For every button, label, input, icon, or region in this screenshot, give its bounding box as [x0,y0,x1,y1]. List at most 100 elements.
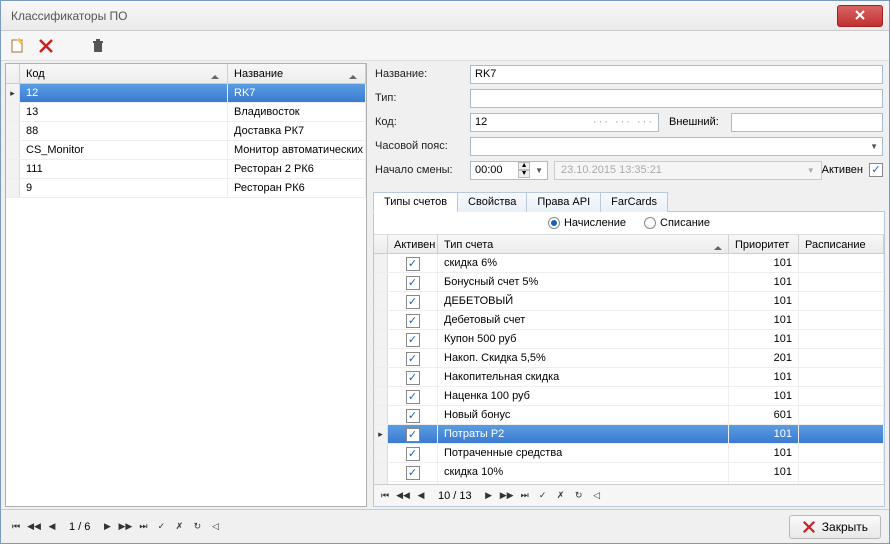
pager-filter-icon[interactable]: ◁ [208,520,222,534]
cell-active[interactable] [388,254,438,272]
col-code[interactable]: Код [20,64,228,83]
active-checkbox[interactable] [406,409,420,423]
tab-0[interactable]: Типы счетов [373,192,458,212]
name-field[interactable] [470,65,883,84]
cell-type: ДЕБЕТОВЫЙ [438,292,729,310]
account-row[interactable]: Дебетовый счет101 [374,311,884,330]
cell-code: 88 [20,122,228,140]
account-row[interactable]: Потраты Р2101 [374,425,884,444]
tab-3[interactable]: FarCards [600,192,668,212]
classifier-row[interactable]: 88Доставка РК7 [6,122,366,141]
active-checkbox[interactable] [406,447,420,461]
cell-priority: 101 [729,463,799,481]
pager-commit-icon[interactable]: ✓ [154,520,168,534]
pager-prev-icon[interactable]: ◀ [45,520,59,534]
active-checkbox[interactable] [406,352,420,366]
cell-active[interactable] [388,463,438,481]
spin-down-icon[interactable]: ▼ [518,170,530,178]
classifier-row[interactable]: 13Владивосток [6,103,366,122]
pager-cancel-icon[interactable]: ✗ [554,489,568,503]
pager-prev-page-icon[interactable]: ◀◀ [27,520,41,534]
new-icon[interactable] [9,37,27,55]
code-field[interactable]: 12 ··· ··· ··· [470,113,659,132]
cell-priority: 101 [729,444,799,462]
cell-active[interactable] [388,311,438,329]
account-row[interactable]: скидка 6%101 [374,254,884,273]
label-name: Название: [375,68,470,80]
window-close-button[interactable] [837,5,883,27]
code-ellipsis-icon[interactable]: ··· ··· ··· [593,116,654,128]
cell-active[interactable] [388,273,438,291]
cell-active[interactable] [388,444,438,462]
pager-filter-icon[interactable]: ◁ [590,489,604,503]
close-button[interactable]: Закрыть [789,515,881,539]
classifier-row[interactable]: CS_MonitorМонитор автоматических [6,141,366,160]
cell-active[interactable] [388,349,438,367]
dropdown-icon[interactable]: ▼ [535,166,543,175]
row-handle [374,254,388,272]
active-checkbox[interactable] [406,295,420,309]
active-checkbox[interactable] [869,163,883,177]
pager-next-icon[interactable]: ▶ [100,520,114,534]
cell-active[interactable] [388,406,438,424]
pager-refresh-icon[interactable]: ↻ [190,520,204,534]
tab-2[interactable]: Права API [526,192,601,212]
account-row[interactable]: Накопительная скидка101 [374,368,884,387]
delete-x-icon[interactable] [37,37,55,55]
external-field[interactable] [731,113,883,132]
pager-prev-icon[interactable]: ◀ [414,489,428,503]
tab-1[interactable]: Свойства [457,192,527,212]
accrual-radio[interactable]: Начисление [548,217,626,229]
active-checkbox[interactable] [406,466,420,480]
tz-combo[interactable]: ▼ [470,137,883,156]
cell-schedule [799,425,884,443]
active-checkbox[interactable] [406,371,420,385]
account-row[interactable]: ДЕБЕТОВЫЙ101 [374,292,884,311]
row-handle [6,103,20,121]
active-checkbox[interactable] [406,333,420,347]
classifier-row[interactable]: 111Ресторан 2 РК6 [6,160,366,179]
active-checkbox[interactable] [406,428,420,442]
writeoff-radio[interactable]: Списание [644,217,710,229]
pager-last-icon[interactable]: ⏭ [518,489,532,503]
account-row[interactable]: Новый бонус601 [374,406,884,425]
account-row[interactable]: скидка 10%101 [374,463,884,482]
col-priority[interactable]: Приоритет [729,235,799,253]
trash-icon[interactable] [89,37,107,55]
classifier-row[interactable]: 12RK7 [6,84,366,103]
cell-active[interactable] [388,425,438,443]
pager-first-icon[interactable]: ⏮ [9,520,23,534]
pager-last-icon[interactable]: ⏭ [136,520,150,534]
cell-active[interactable] [388,387,438,405]
pager-next-page-icon[interactable]: ▶▶ [118,520,132,534]
account-row[interactable]: Потраченные средства101 [374,444,884,463]
active-checkbox[interactable] [406,390,420,404]
type-field[interactable] [470,89,883,108]
pager-first-icon[interactable]: ⏮ [378,489,392,503]
col-active[interactable]: Активен [388,235,438,253]
cell-active[interactable] [388,368,438,386]
col-name[interactable]: Название [228,64,366,83]
pager-commit-icon[interactable]: ✓ [536,489,550,503]
col-schedule[interactable]: Расписание [799,235,884,253]
pager-next-icon[interactable]: ▶ [482,489,496,503]
pager-cancel-icon[interactable]: ✗ [172,520,186,534]
cell-schedule [799,349,884,367]
spin-up-icon[interactable]: ▲ [518,162,530,170]
classifier-row[interactable]: 9Ресторан РК6 [6,179,366,198]
col-account-type[interactable]: Тип счета [438,235,729,253]
pager-next-page-icon[interactable]: ▶▶ [500,489,514,503]
active-checkbox[interactable] [406,314,420,328]
active-checkbox[interactable] [406,257,420,271]
pager-prev-page-icon[interactable]: ◀◀ [396,489,410,503]
account-row[interactable]: Купон 500 руб101 [374,330,884,349]
shift-start-field[interactable]: 00:00 ▲ ▼ ▼ [470,161,548,180]
cell-active[interactable] [388,292,438,310]
account-row[interactable]: Бонусный счет 5%101 [374,273,884,292]
account-row[interactable]: Наценка 100 руб101 [374,387,884,406]
cell-active[interactable] [388,330,438,348]
active-checkbox[interactable] [406,276,420,290]
cell-schedule [799,387,884,405]
pager-refresh-icon[interactable]: ↻ [572,489,586,503]
account-row[interactable]: Накоп. Скидка 5,5%201 [374,349,884,368]
